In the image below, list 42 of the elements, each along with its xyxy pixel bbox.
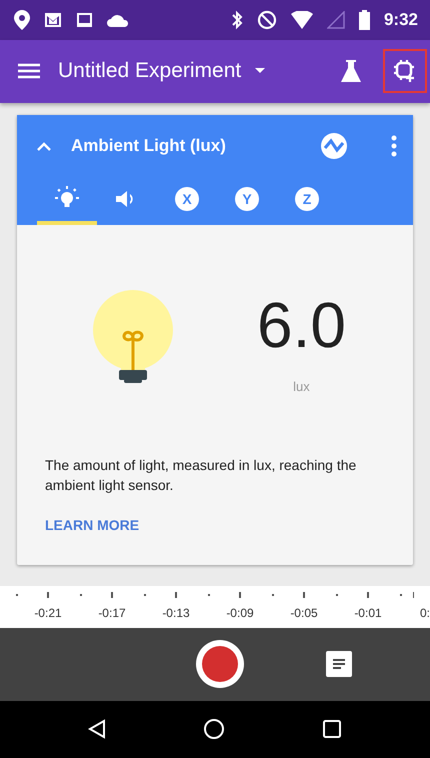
axis-sensor-tab[interactable]: X <box>157 177 217 226</box>
sensor-reading: 6.0 <box>257 292 346 357</box>
caret-icon <box>255 68 266 74</box>
mail-icon <box>44 12 62 28</box>
time-label: -0:05 <box>290 606 318 620</box>
time-label: -0:09 <box>226 606 254 620</box>
time-label: 0: <box>420 606 430 620</box>
axis-badge-icon: X <box>175 187 199 212</box>
add-note-button[interactable] <box>326 651 352 678</box>
axis-badge-icon: Z <box>295 187 319 212</box>
flask-icon[interactable] <box>341 60 361 82</box>
record-button[interactable] <box>196 640 244 688</box>
back-icon[interactable] <box>88 719 106 740</box>
time-label: -0:13 <box>162 606 190 620</box>
image-icon <box>76 12 93 28</box>
battery-icon <box>358 10 370 30</box>
menu-icon[interactable] <box>18 63 40 80</box>
unit-label: lux <box>293 378 310 394</box>
bluetooth-icon <box>230 10 243 30</box>
signal-icon <box>326 10 345 29</box>
collapse-chevron-icon[interactable] <box>37 142 51 151</box>
time-label: -0:01 <box>354 606 382 620</box>
recent-apps-icon[interactable] <box>322 719 342 740</box>
add-sensor-button[interactable] <box>385 51 425 92</box>
location-pin-icon <box>14 10 30 30</box>
axis-sensor-tab[interactable]: Z <box>277 177 337 226</box>
graph-toggle-icon[interactable] <box>321 133 347 160</box>
experiment-dropdown[interactable]: Untitled Experiment <box>58 59 266 84</box>
axis-sensor-tab[interactable]: Y <box>217 177 277 226</box>
wifi-icon <box>290 10 313 29</box>
sensor-description: The amount of light, measured in lux, reaching the ambient light sensor. <box>45 456 358 496</box>
more-options-icon[interactable] <box>391 135 397 158</box>
sensor-add-icon <box>393 59 417 84</box>
sensor-title: Ambient Light (lux) <box>71 136 227 156</box>
time-label: -0:21 <box>34 606 62 620</box>
cloud-icon <box>107 12 129 27</box>
clock-time: 9:32 <box>384 10 418 30</box>
axis-badge-icon: Y <box>235 187 259 212</box>
do-not-disturb-icon <box>256 10 277 30</box>
learn-more-link[interactable]: LEARN MORE <box>45 517 140 534</box>
home-icon[interactable] <box>202 718 225 740</box>
time-label: -0:17 <box>98 606 126 620</box>
